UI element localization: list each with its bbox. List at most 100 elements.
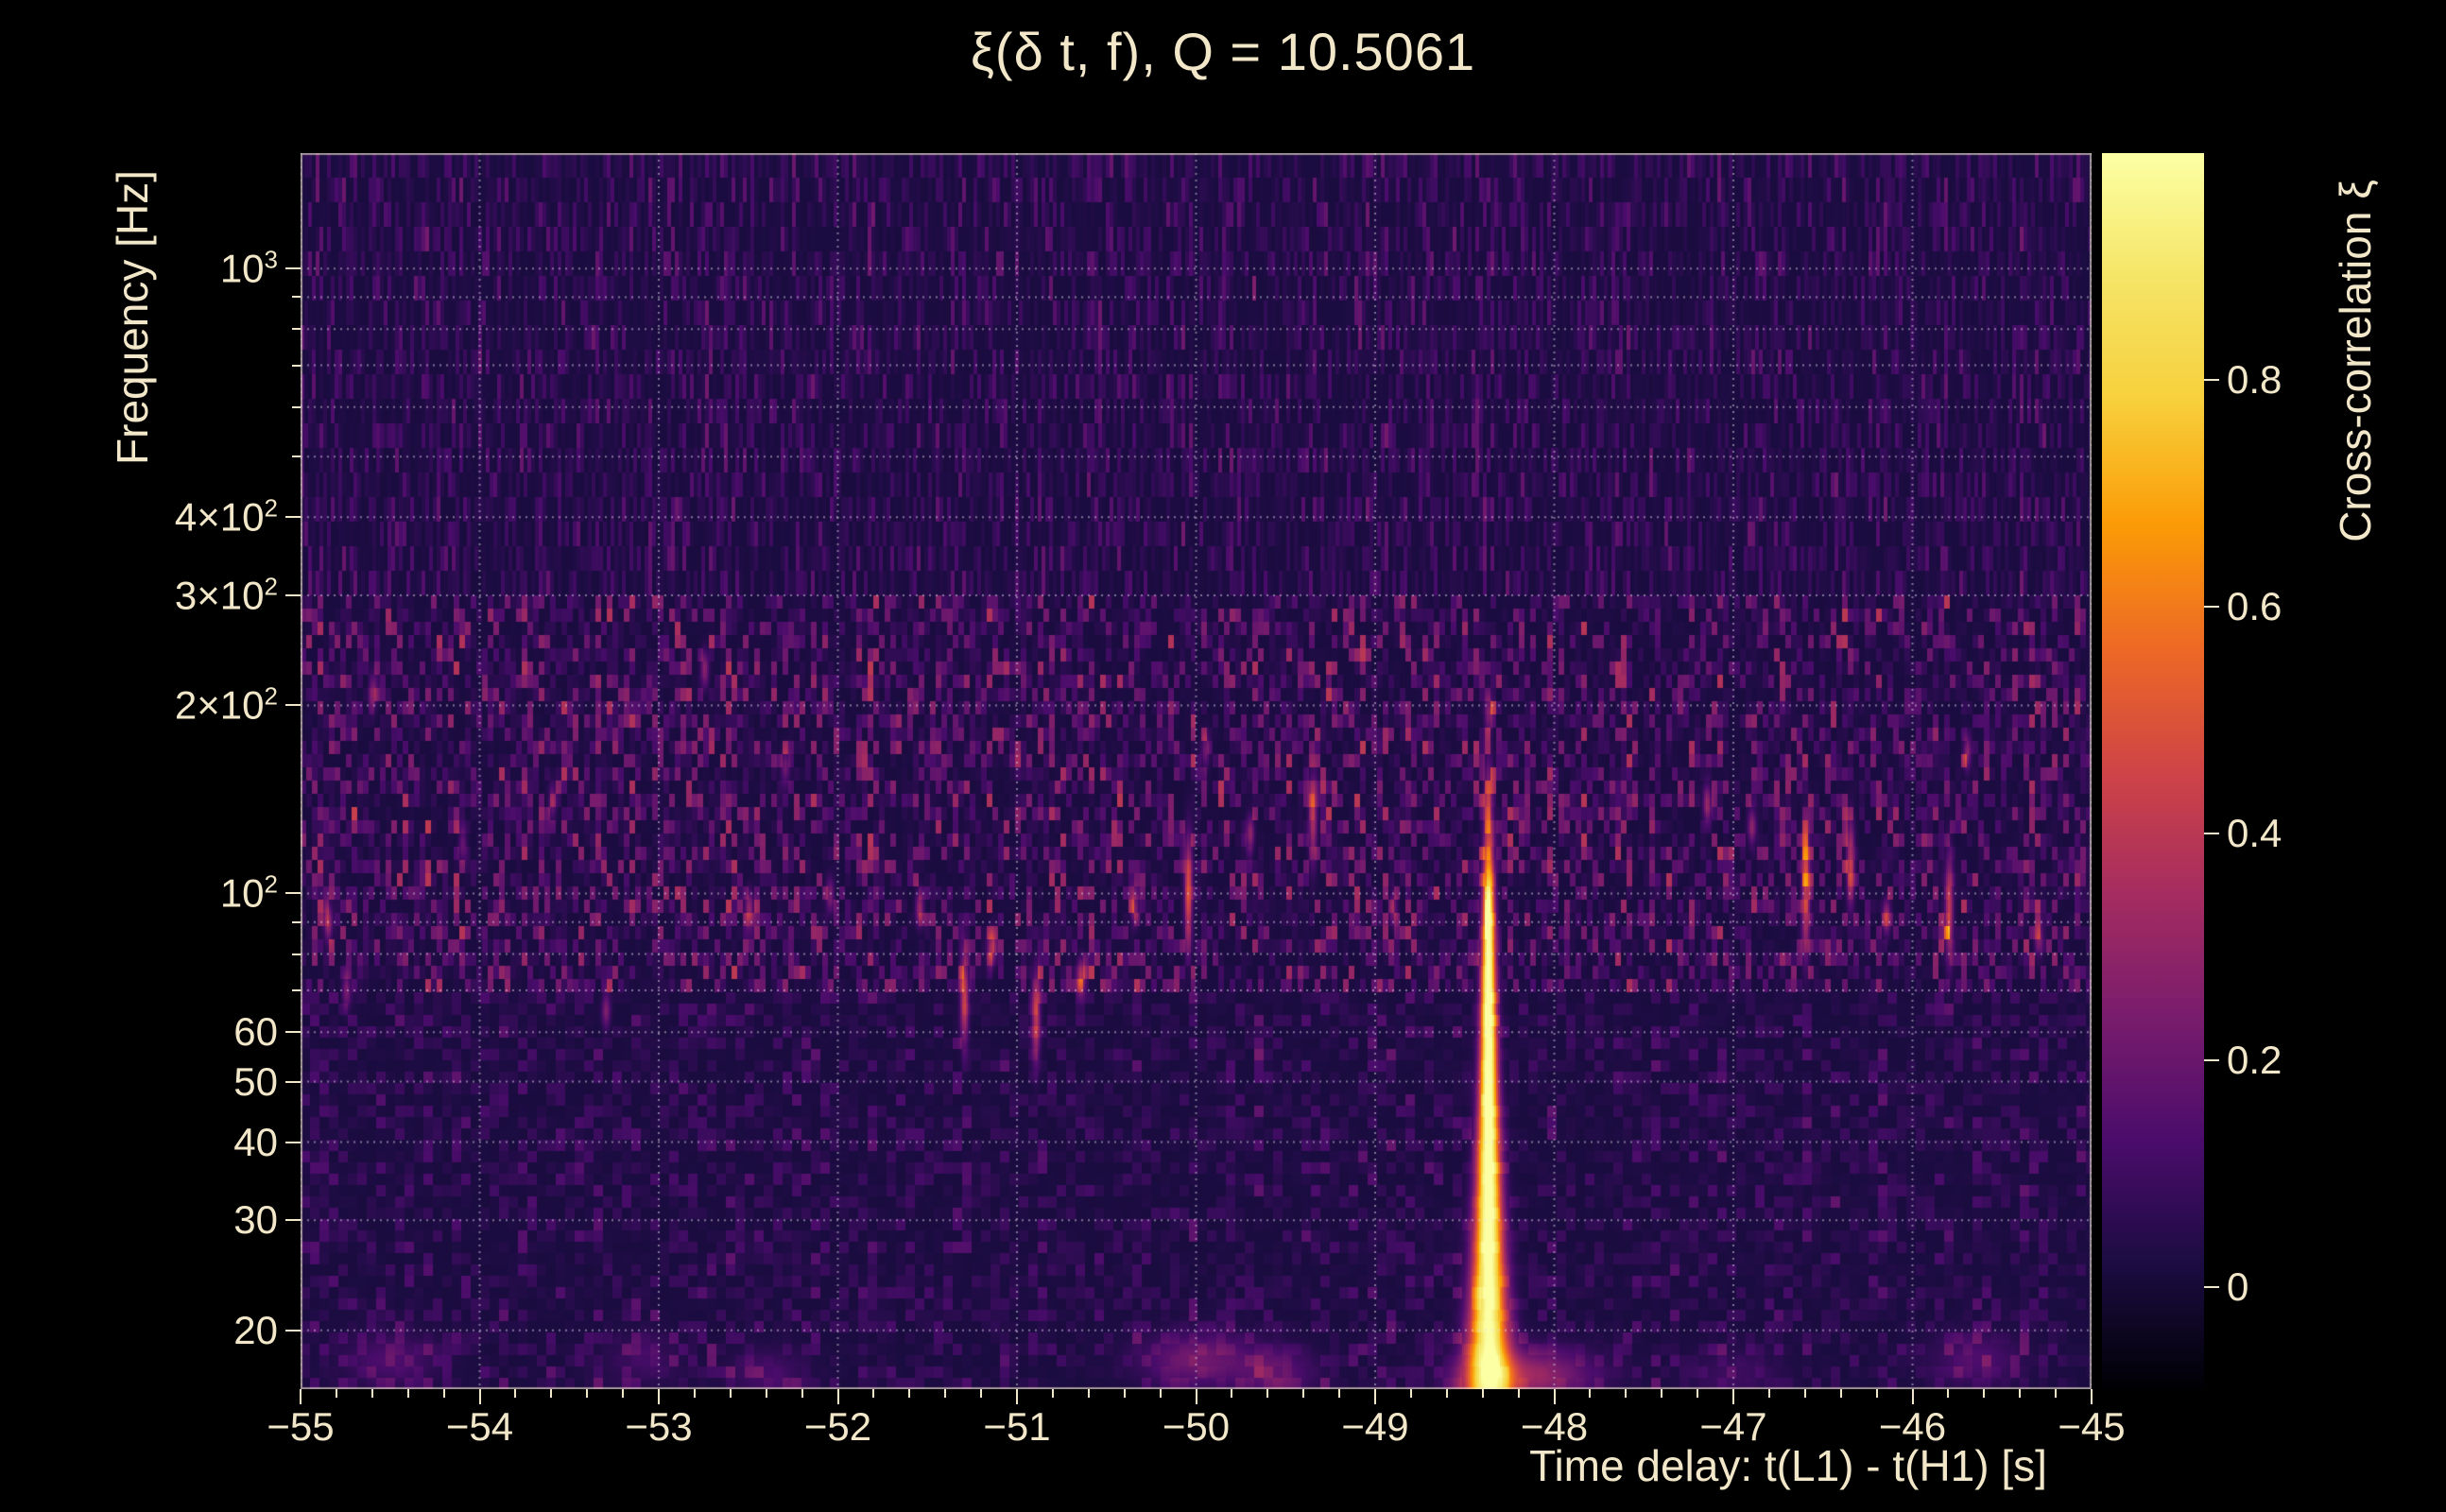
colorbar-tick-label: 0.4 [2227,811,2282,855]
x-minor-tick [1445,1389,1448,1398]
y-tick [285,593,301,596]
y-tick-label-exponent: 2 [264,869,278,899]
y-tick-label: 103 [0,246,278,292]
chart-title: ξ(δ t, f), Q = 10.5061 [970,22,1476,81]
x-tick [1553,1389,1556,1404]
colorbar-tick-label: 0.8 [2227,357,2282,402]
x-minor-tick [1266,1389,1269,1398]
x-minor-tick [442,1389,445,1398]
x-tick-label: −51 [983,1404,1051,1449]
x-minor-tick [1481,1389,1484,1398]
y-minor-tick [292,455,301,458]
y-tick [285,267,301,270]
x-tick-label: −54 [445,1404,514,1449]
y-tick-label-exponent: 3 [264,245,278,274]
y-tick-label: 60 [0,1009,278,1055]
y-minor-tick [292,328,301,331]
x-tick [300,1389,301,1404]
y-tick-label: 4×102 [0,494,278,541]
y-tick [285,1329,301,1332]
x-tick [2091,1389,2093,1404]
x-minor-tick [1051,1389,1054,1398]
x-tick-label: −49 [1341,1404,1409,1449]
y-tick-label-base: 30 [233,1197,278,1243]
y-tick [285,1080,301,1083]
x-tick [658,1389,660,1404]
x-minor-tick [1409,1389,1412,1398]
colorbar-tick-label: 0 [2227,1264,2249,1309]
x-minor-tick [944,1389,947,1398]
y-tick [285,892,301,895]
colorbar-tick-label: 0.2 [2227,1038,2282,1082]
colorbar-tick [2204,379,2219,381]
y-tick-label-exponent: 2 [264,572,278,601]
y-tick-label: 2×102 [0,682,278,729]
figure: ξ(δ t, f), Q = 10.5061 Frequency [Hz] Ti… [0,0,2446,1512]
x-minor-tick [1803,1389,1806,1398]
y-tick-label: 50 [0,1059,278,1105]
x-minor-tick [514,1389,517,1398]
x-tick [1911,1389,1914,1404]
y-minor-tick [292,953,301,955]
x-tick-label: −50 [1162,1404,1231,1449]
y-tick-label: 102 [0,870,278,917]
y-tick-label-base: 60 [233,1009,278,1055]
x-tick [478,1389,481,1404]
x-minor-tick [908,1389,911,1398]
y-tick [285,516,301,519]
x-minor-tick [980,1389,983,1398]
x-minor-tick [1338,1389,1341,1398]
heatmap-canvas [301,153,2092,1389]
x-minor-tick [1625,1389,1628,1398]
y-tick-label: 20 [0,1308,278,1353]
x-tick [1374,1389,1376,1404]
x-tick-label: −53 [625,1404,693,1449]
x-minor-tick [693,1389,696,1398]
x-minor-tick [1767,1389,1770,1398]
x-tick [1732,1389,1734,1404]
x-minor-tick [1123,1389,1126,1398]
y-tick [285,1031,301,1034]
colorbar-tick [2204,833,2219,834]
x-tick-label: −47 [1699,1404,1767,1449]
x-minor-tick [1589,1389,1592,1398]
colorbar-gradient [2102,153,2204,1389]
y-tick [285,704,301,707]
y-tick [285,1141,301,1143]
x-tick [1195,1389,1197,1404]
x-tick-label: −48 [1520,1404,1589,1449]
x-minor-tick [406,1389,409,1398]
x-tick-label: −46 [1878,1404,1947,1449]
x-minor-tick [586,1389,589,1398]
colorbar-tick-label: 0.6 [2227,584,2282,628]
x-minor-tick [1875,1389,1878,1398]
x-minor-tick [370,1389,373,1398]
y-tick-label: 30 [0,1197,278,1243]
y-tick-label-base: 20 [233,1307,278,1352]
y-tick-label: 40 [0,1120,278,1165]
x-minor-tick [550,1389,553,1398]
x-minor-tick [1839,1389,1842,1398]
y-minor-tick [292,988,301,991]
x-minor-tick [1159,1389,1162,1398]
colorbar-tick [2204,606,2219,608]
y-tick-label-base: 10 [219,246,265,291]
x-minor-tick [1517,1389,1520,1398]
x-minor-tick [1697,1389,1699,1398]
x-minor-tick [622,1389,625,1398]
y-minor-tick [292,364,301,367]
x-tick [836,1389,839,1404]
x-minor-tick [1302,1389,1305,1398]
x-minor-tick [1231,1389,1233,1398]
x-minor-tick [2055,1389,2058,1398]
x-minor-tick [1661,1389,1663,1398]
x-minor-tick [729,1389,732,1398]
y-minor-tick [292,296,301,299]
x-minor-tick [765,1389,767,1398]
x-minor-tick [335,1389,337,1398]
y-minor-tick [292,405,301,408]
x-minor-tick [801,1389,803,1398]
y-tick-label: 3×102 [0,572,278,618]
colorbar-tick [2204,1286,2219,1288]
x-minor-tick [1087,1389,1090,1398]
